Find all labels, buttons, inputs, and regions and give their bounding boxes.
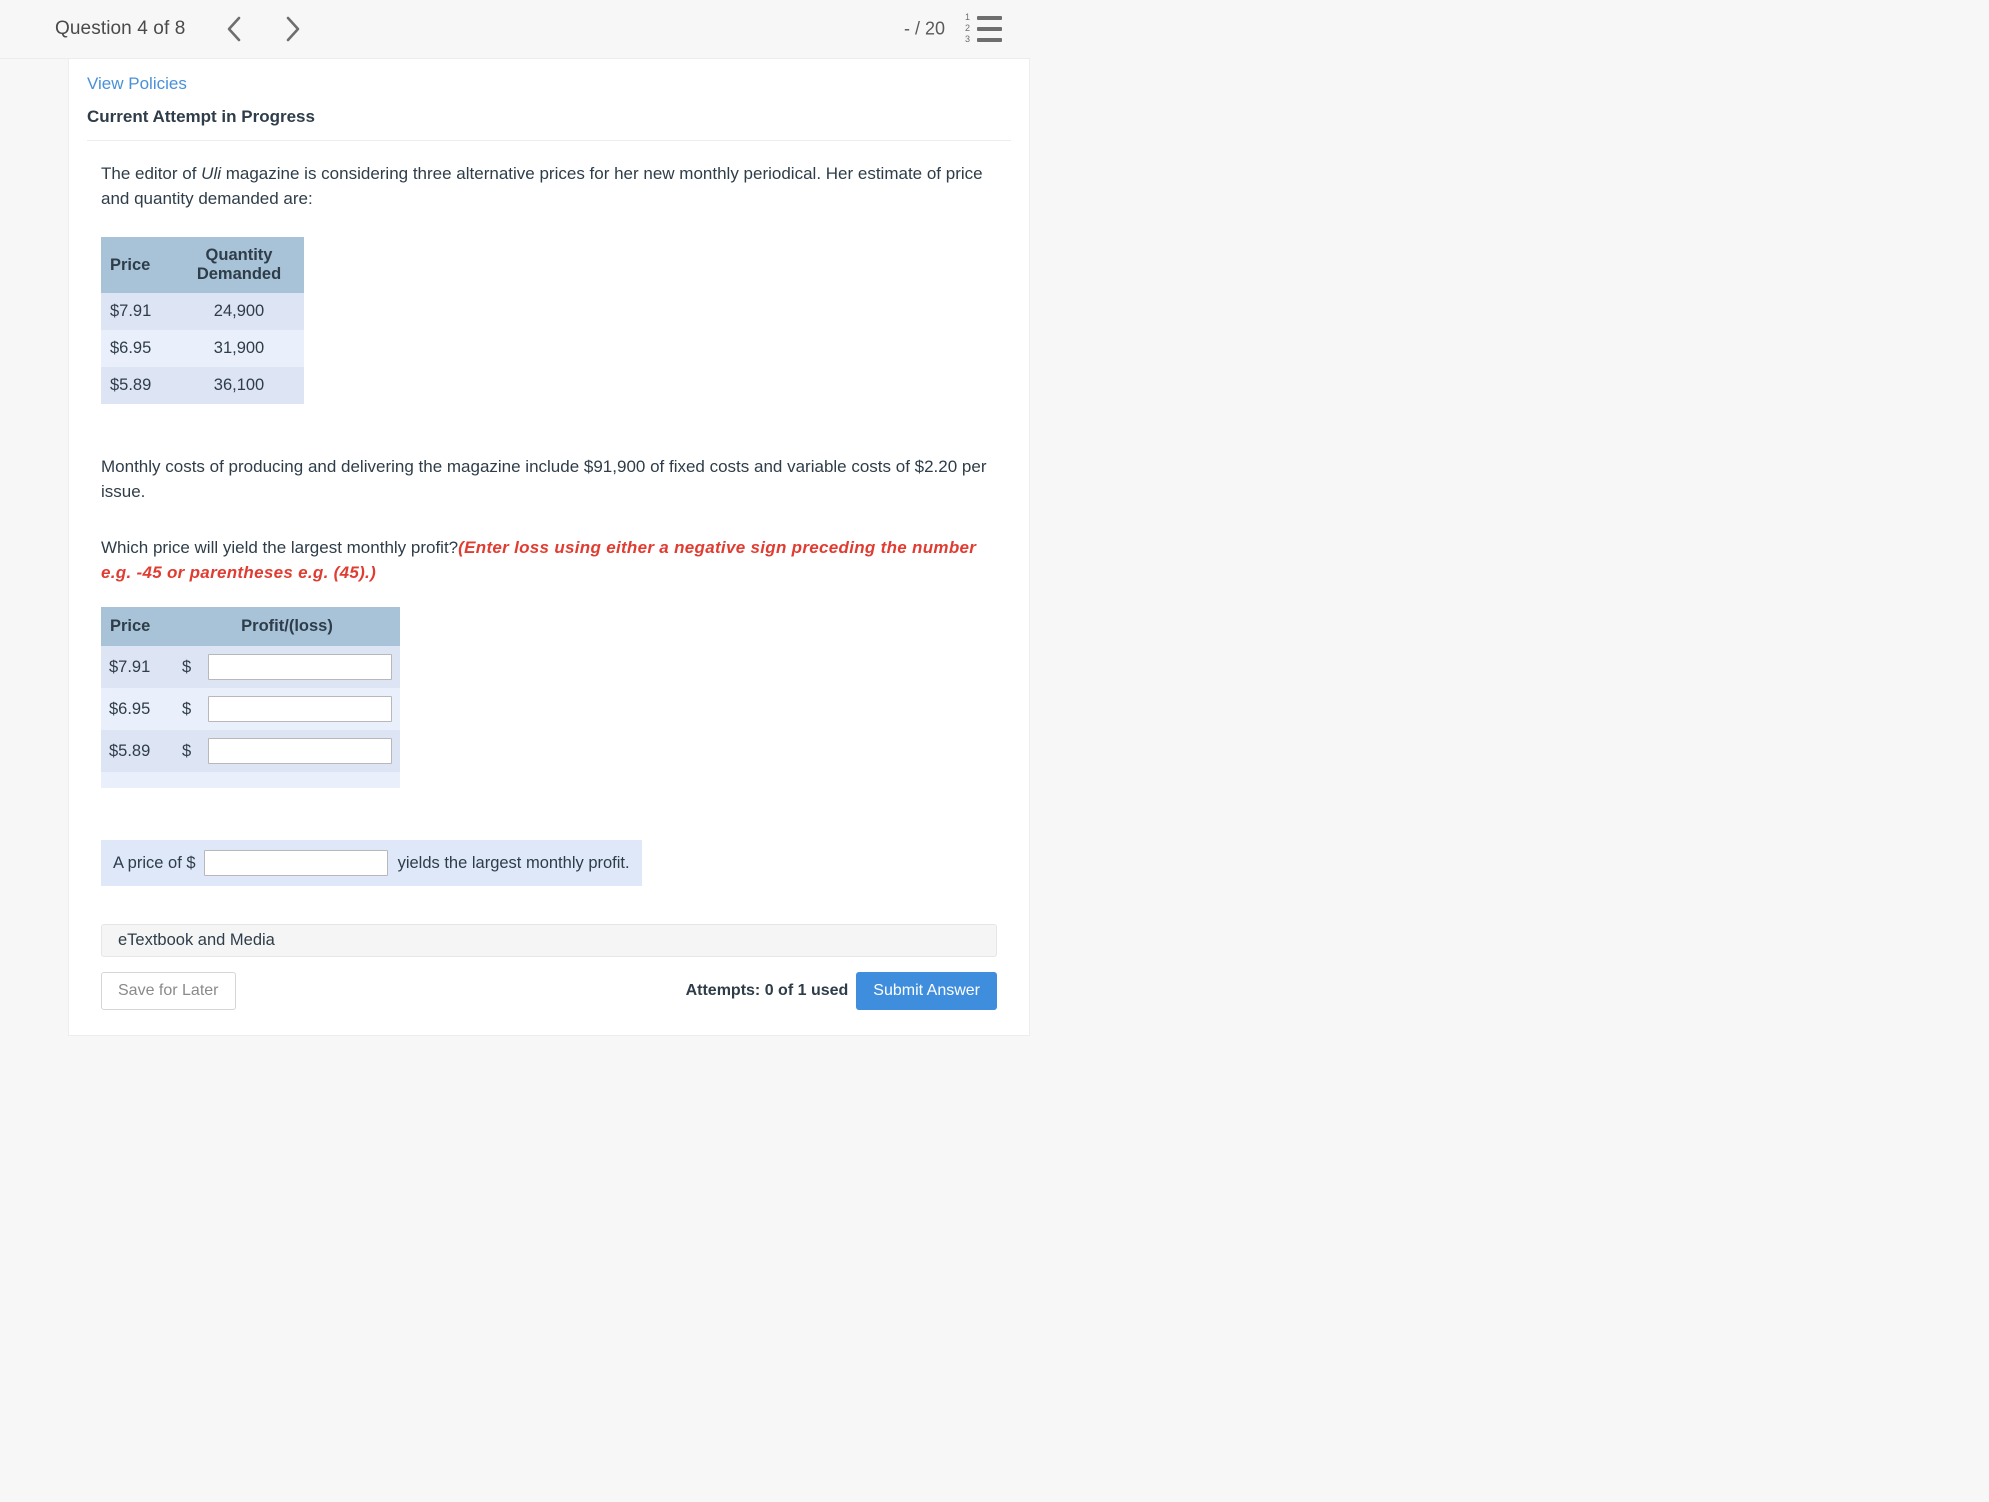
column-header-quantity: Quantity Demanded: [174, 237, 304, 293]
question-prompt: Which price will yield the largest month…: [101, 535, 1011, 585]
question-counter: Question 4 of 8: [55, 18, 186, 39]
score-display: - / 20: [903, 18, 945, 39]
cell-price: $5.89: [109, 741, 151, 760]
column-header-price: Price: [101, 237, 174, 293]
cell-quantity: 31,900: [213, 339, 265, 357]
numbered-list-icon[interactable]: 1 2 3: [965, 12, 1005, 46]
list-icon-number: 2: [965, 23, 971, 33]
profit-table-body: $7.91 $ $6.95 $ $5.89 $: [101, 646, 400, 788]
cell-price: $6.95: [109, 699, 151, 718]
question-intro-paragraph: The editor of Uli magazine is considerin…: [101, 161, 1011, 211]
list-icon-row: 1: [965, 12, 1005, 23]
question-body: The editor of Uli magazine is considerin…: [87, 161, 1011, 886]
profit-answer-table: Price Profit/(loss) $7.91 $ $6.95 $ $5.8…: [101, 607, 400, 788]
etextbook-label: eTextbook and Media: [118, 931, 275, 949]
prompt-text: Which price will yield the largest month…: [101, 538, 459, 557]
etextbook-and-media-bar[interactable]: eTextbook and Media: [101, 924, 997, 957]
demand-table-head: Price Quantity Demanded: [101, 237, 304, 293]
cell-profit-input: [200, 646, 400, 688]
footer-right-group: Attempts: 0 of 1 used Submit Answer: [686, 972, 997, 1010]
list-icon-bar: [977, 37, 1002, 42]
column-header-profit: Profit/(loss): [174, 607, 400, 646]
intro-text-part1: The editor of: [101, 164, 202, 183]
question-card-inner: View Policies Current Attempt in Progres…: [69, 59, 1029, 1035]
demand-table-body: $7.91 24,900 $6.95 31,900 $5.89 36,100: [101, 293, 304, 404]
view-policies-link[interactable]: View Policies: [87, 74, 187, 94]
list-icon-bar: [977, 15, 1002, 20]
cell-profit-input: [200, 730, 400, 772]
cell-quantity: 24,900: [213, 302, 265, 320]
final-answer-strip: A price of $ yields the largest monthly …: [101, 840, 642, 886]
currency-symbol: $: [182, 657, 192, 676]
list-icon-number: 3: [965, 34, 971, 44]
prev-question-button[interactable]: [221, 14, 247, 44]
attempts-counter: Attempts: 0 of 1 used: [685, 982, 849, 999]
table-header-row: Price Profit/(loss): [101, 607, 400, 646]
table-header-row: Price Quantity Demanded: [101, 237, 304, 293]
chevron-right-icon: [287, 16, 300, 42]
question-navigation: [221, 14, 305, 44]
cell-quantity: 36,100: [213, 376, 265, 394]
table-row: $7.91 $: [101, 646, 400, 688]
question-toolbar: Question 4 of 8 - / 20 1 2 3: [0, 0, 1030, 59]
cell-price: $6.95: [110, 339, 152, 357]
list-icon-row: 2: [965, 23, 1005, 34]
profit-input-price-1[interactable]: [208, 654, 392, 680]
costs-paragraph: Monthly costs of producing and deliverin…: [101, 457, 987, 501]
next-question-button[interactable]: [279, 14, 305, 44]
profit-input-price-3[interactable]: [208, 738, 392, 764]
table-row: $5.89 36,100: [101, 367, 304, 404]
question-footer: Save for Later Attempts: 0 of 1 used Sub…: [101, 969, 997, 1013]
final-answer-input[interactable]: [203, 850, 388, 876]
page-root: Question 4 of 8 - / 20 1 2 3 View Polici…: [0, 0, 1989, 1502]
list-icon-number: 1: [965, 12, 971, 22]
list-icon-row: 3: [965, 34, 1005, 45]
currency-symbol: $: [182, 699, 192, 718]
demand-table: Price Quantity Demanded $7.91 24,900 $6.…: [101, 237, 304, 404]
question-card: View Policies Current Attempt in Progres…: [68, 59, 1030, 1036]
chevron-left-icon: [228, 16, 241, 42]
table-row: $5.89 $: [101, 730, 400, 772]
table-row: $7.91 24,900: [101, 293, 304, 330]
cell-price: $7.91: [109, 657, 151, 676]
table-row: $6.95 $: [101, 688, 400, 730]
column-header-price: Price: [101, 607, 174, 646]
currency-symbol: $: [182, 741, 192, 760]
final-answer-label: A price of $: [113, 853, 196, 872]
cell-price: $5.89: [110, 376, 152, 394]
table-spacer-cell: [101, 772, 400, 788]
profit-input-price-2[interactable]: [208, 696, 392, 722]
submit-answer-button[interactable]: Submit Answer: [856, 972, 997, 1010]
intro-text-part2: magazine is considering three alternativ…: [101, 164, 983, 208]
magazine-name: Uli: [201, 164, 222, 183]
final-answer-tail-text: yields the largest monthly profit.: [397, 853, 630, 872]
table-row: $6.95 31,900: [101, 330, 304, 367]
divider: [87, 140, 1011, 141]
attempt-status-heading: Current Attempt in Progress: [87, 107, 315, 126]
cell-price: $7.91: [110, 302, 152, 320]
profit-table-head: Price Profit/(loss): [101, 607, 400, 646]
card-bottom-padding: [87, 1013, 1011, 1035]
cell-profit-input: [200, 688, 400, 730]
table-row-spacer: [101, 772, 400, 788]
list-icon-bar: [977, 26, 1002, 31]
save-for-later-button[interactable]: Save for Later: [101, 972, 236, 1010]
